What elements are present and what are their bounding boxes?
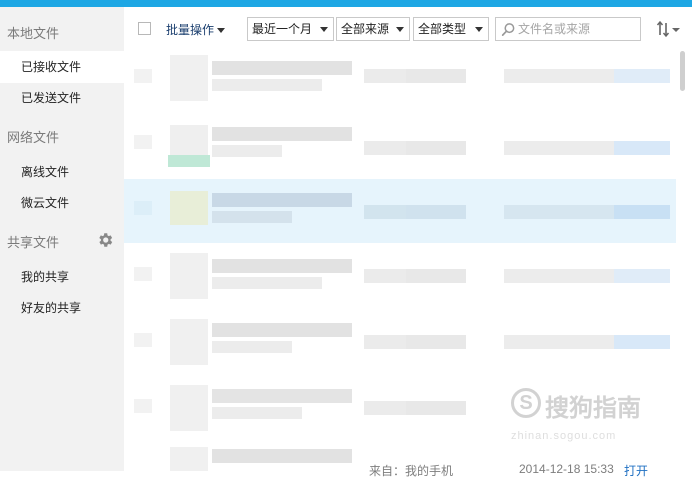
section-shared-files[interactable]: 共享文件	[7, 232, 59, 251]
sogou-logo-icon: S	[511, 388, 541, 418]
sidebar-item-my-shares[interactable]: 我的共享	[0, 261, 124, 293]
file-time-text: 2014-12-18 15:33	[519, 462, 614, 476]
sidebar: 本地文件 已接收文件 已发送文件 网络文件 离线文件 微云文件 共享文件 我的共…	[0, 7, 124, 471]
sidebar-item-weiyun-files[interactable]: 微云文件	[0, 187, 124, 219]
chevron-down-icon	[217, 28, 226, 34]
search-box	[495, 17, 641, 41]
chevron-down-icon	[320, 27, 328, 32]
section-local-files[interactable]: 本地文件	[7, 23, 59, 42]
top-accent-bar	[0, 0, 692, 7]
sidebar-item-sent-files[interactable]: 已发送文件	[0, 82, 124, 114]
search-icon	[501, 23, 515, 36]
toolbar: 批量操作 最近一个月 全部来源 全部类型	[124, 7, 692, 51]
section-network-files[interactable]: 网络文件	[7, 127, 59, 146]
file-row[interactable]	[124, 311, 676, 375]
batch-operation-label: 批量操作	[166, 23, 215, 37]
source-filter-value: 全部来源	[341, 22, 390, 36]
file-row[interactable]	[124, 113, 676, 177]
watermark-url: zhinan.sogou.com	[511, 430, 617, 442]
search-input[interactable]	[518, 20, 636, 38]
sidebar-item-offline-files[interactable]: 离线文件	[0, 156, 124, 188]
sort-icon[interactable]	[656, 20, 682, 38]
source-filter-dropdown[interactable]: 全部来源	[336, 17, 410, 41]
chevron-down-icon	[396, 27, 404, 32]
sidebar-item-friends-shares[interactable]: 好友的共享	[0, 292, 124, 324]
watermark-brand: 搜狗指南	[545, 395, 641, 422]
file-row-selected[interactable]	[124, 179, 676, 243]
type-filter-value: 全部类型	[418, 22, 467, 36]
scrollbar-thumb[interactable]	[680, 51, 685, 91]
time-filter-value: 最近一个月	[252, 22, 313, 36]
select-all-checkbox[interactable]	[138, 22, 151, 35]
gear-icon[interactable]	[96, 231, 114, 249]
type-filter-dropdown[interactable]: 全部类型	[413, 17, 489, 41]
chevron-down-icon	[475, 27, 483, 32]
time-filter-dropdown[interactable]: 最近一个月	[247, 17, 334, 41]
sidebar-item-received-files[interactable]: 已接收文件	[0, 51, 124, 83]
file-row[interactable]	[124, 47, 676, 111]
batch-operation-menu[interactable]: 批量操作	[166, 21, 226, 38]
file-row[interactable]	[124, 245, 676, 309]
